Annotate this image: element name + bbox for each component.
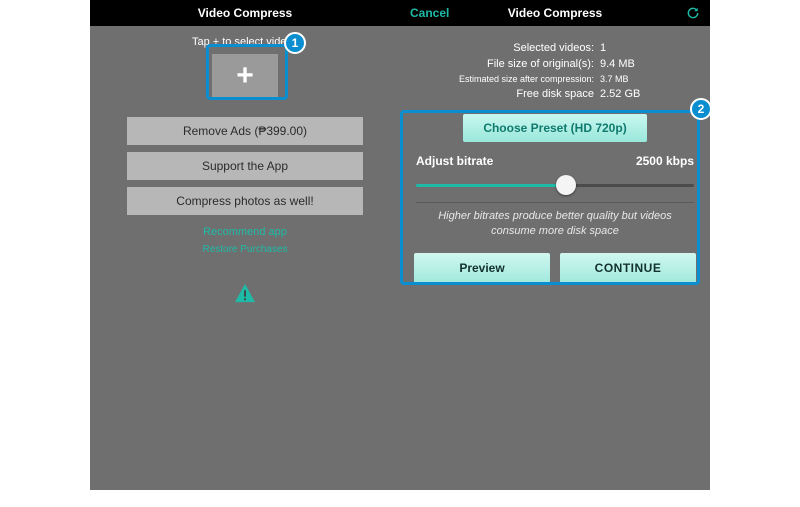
stat-value: 1 <box>600 40 606 56</box>
preview-button[interactable]: Preview <box>414 253 550 283</box>
recommend-app-link[interactable]: Recommend app <box>90 226 400 238</box>
header-title-left: Video Compress <box>198 6 292 20</box>
screen-left: Video Compress Tap + to select videos + … <box>90 0 400 490</box>
bitrate-value: 2500 kbps <box>636 154 694 168</box>
stat-value: 3.7 MB <box>600 72 629 86</box>
support-app-button[interactable]: Support the App <box>126 151 364 181</box>
compress-photos-button[interactable]: Compress photos as well! <box>126 186 364 216</box>
stat-estimated: Estimated size after compression: 3.7 MB <box>400 72 710 86</box>
restore-purchases-link[interactable]: Restore Purchases <box>90 244 400 255</box>
stat-freespace: Free disk space 2.52 GB <box>400 86 710 102</box>
slider-track-active <box>416 184 566 187</box>
stat-value: 2.52 GB <box>600 86 640 102</box>
stats-block: Selected videos: 1 File size of original… <box>400 40 710 102</box>
refresh-icon <box>686 6 700 20</box>
choose-preset-button[interactable]: Choose Preset (HD 720p) <box>463 114 647 142</box>
plus-icon: + <box>236 61 254 91</box>
stat-label: Selected videos: <box>400 40 600 56</box>
stat-value: 9.4 MB <box>600 56 635 72</box>
header-title-right: Video Compress <box>508 6 602 20</box>
add-video-button[interactable]: + <box>212 54 278 98</box>
divider <box>416 202 694 203</box>
bitrate-note: Higher bitrates produce better quality b… <box>400 209 710 239</box>
stat-label: Free disk space <box>400 86 600 102</box>
slider-track-inactive <box>566 184 694 187</box>
stat-label: Estimated size after compression: <box>400 72 600 86</box>
continue-button[interactable]: CONTINUE <box>560 253 696 283</box>
screen-right: Cancel Video Compress Selected videos: 1… <box>400 0 710 490</box>
stat-label: File size of original(s): <box>400 56 600 72</box>
bitrate-label: Adjust bitrate <box>416 154 493 168</box>
cancel-button[interactable]: Cancel <box>410 0 449 26</box>
remove-ads-button[interactable]: Remove Ads (₱399.00) <box>126 116 364 146</box>
stat-original: File size of original(s): 9.4 MB <box>400 56 710 72</box>
stat-selected: Selected videos: 1 <box>400 40 710 56</box>
select-hint: Tap + to select videos <box>90 36 400 48</box>
bitrate-slider[interactable] <box>416 174 694 198</box>
action-row: Preview CONTINUE <box>400 239 710 283</box>
header-left: Video Compress <box>90 0 400 26</box>
warning-icon <box>234 283 256 303</box>
refresh-button[interactable] <box>686 0 700 26</box>
slider-knob[interactable] <box>556 175 576 195</box>
bitrate-row: Adjust bitrate 2500 kbps <box>400 154 710 168</box>
app-stage: Video Compress Tap + to select videos + … <box>90 0 710 490</box>
header-right: Cancel Video Compress <box>400 0 710 26</box>
